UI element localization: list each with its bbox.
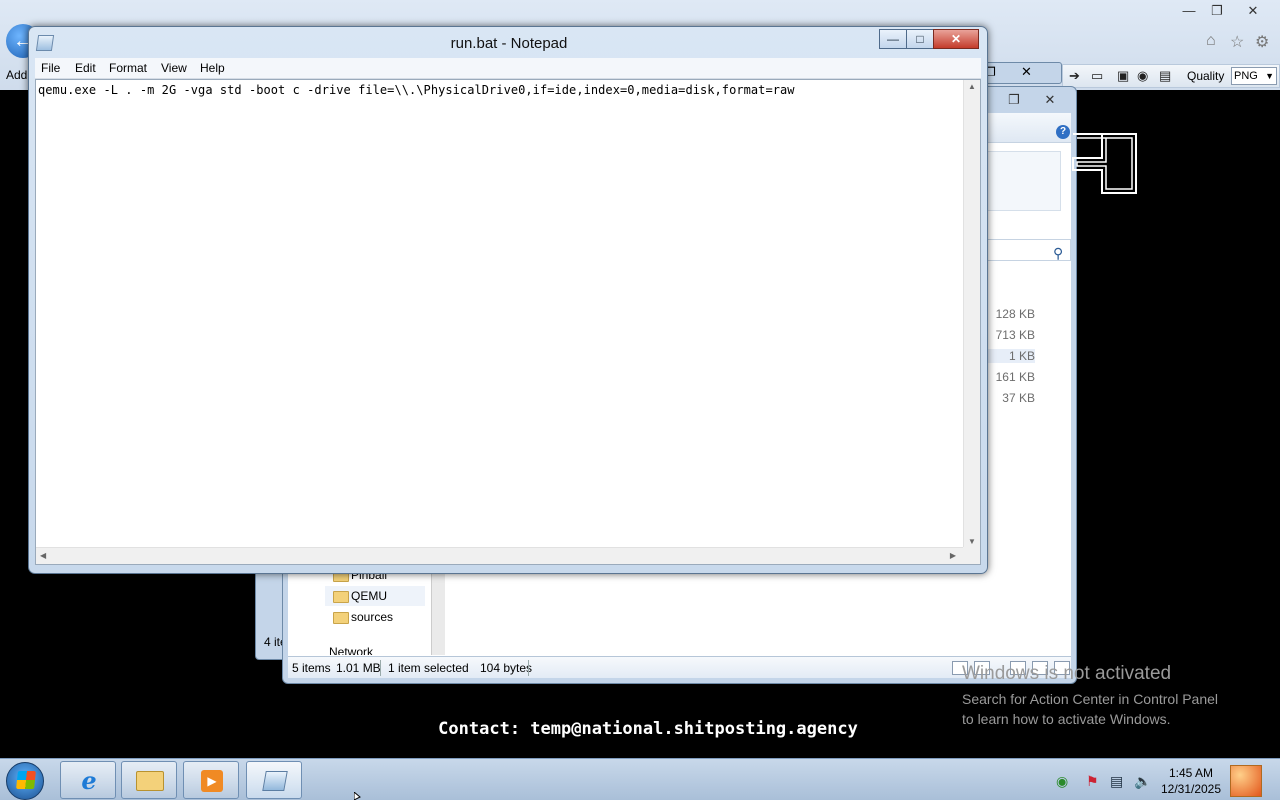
horizontal-scrollbar[interactable]: ◀ ▶ <box>36 547 964 564</box>
status-bytes: 104 bytes <box>480 661 533 675</box>
system-clock[interactable]: 1:45 AM 12/31/2025 <box>1158 765 1224 797</box>
clock-time: 1:45 AM <box>1168 766 1214 780</box>
text-editor[interactable]: qemu.exe -L . -m 2G -vga std -boot c -dr… <box>35 79 981 565</box>
taskbar: e ▶ ◉ ⚑ ▤ 🔈 1:45 AM 12/31/2025 <box>0 758 1280 800</box>
activation-watermark: Windows is not activated Search for Acti… <box>962 663 1218 729</box>
clipboard-icon[interactable]: ▤ <box>1159 68 1171 84</box>
folder-icon <box>136 771 164 791</box>
forward-icon[interactable]: ➔ <box>1069 68 1080 84</box>
settings-gear-icon[interactable]: ⚙ <box>1255 32 1269 52</box>
minimize-button[interactable]: — <box>879 29 907 49</box>
address-label: Add <box>6 68 28 82</box>
notepad-window: run.bat - Notepad — □ ✕ File Edit Format… <box>28 26 988 574</box>
chevron-down-icon: ▼ <box>1265 71 1274 81</box>
close-icon[interactable]: ✕ <box>1021 64 1032 80</box>
window-title: run.bat - Notepad <box>450 35 568 52</box>
nav-scrollbar[interactable] <box>431 565 445 655</box>
start-button[interactable] <box>6 762 44 800</box>
frame-outline-icon <box>1072 133 1137 194</box>
action-center-flag-icon[interactable]: ⚑ <box>1086 773 1099 790</box>
network-icon[interactable]: ◉ <box>1056 773 1068 790</box>
menu-format[interactable]: Format <box>109 61 147 75</box>
ie-icon: e <box>81 766 97 795</box>
menu-edit[interactable]: Edit <box>75 61 96 75</box>
menu-help[interactable]: Help <box>200 61 225 75</box>
save-icon[interactable]: ▣ <box>1117 68 1129 84</box>
menu-view[interactable]: View <box>161 61 187 75</box>
taskbar-internet-explorer[interactable]: e <box>60 761 116 799</box>
quality-value: PNG <box>1234 70 1258 82</box>
nav-item-qemu[interactable]: QEMU <box>351 589 387 603</box>
binoculars-icon[interactable]: ◉ <box>1137 68 1148 84</box>
scroll-down-icon[interactable]: ▼ <box>968 537 976 546</box>
status-separator <box>380 660 381 676</box>
nav-item-network[interactable]: Network <box>329 645 373 655</box>
nav-item-sources[interactable]: sources <box>351 610 393 624</box>
search-icon[interactable]: ⚲ <box>1053 245 1063 262</box>
status-items: 5 items <box>292 661 331 675</box>
monitor-icon[interactable]: ▤ <box>1110 773 1123 790</box>
notepad-icon <box>262 771 288 791</box>
browser-restore-button[interactable]: ❐ <box>1204 2 1230 20</box>
close-button[interactable]: ✕ <box>933 29 979 49</box>
menu-bar: File Edit Format View Help <box>35 58 981 79</box>
scroll-left-icon[interactable]: ◀ <box>40 551 46 560</box>
windows-logo-icon <box>16 771 36 789</box>
bookmark-icon[interactable]: ▭ <box>1091 68 1103 84</box>
scrollbar-corner <box>963 547 980 564</box>
home-icon[interactable]: ⌂ <box>1206 32 1216 50</box>
play-icon: ▶ <box>201 770 223 792</box>
activation-line-2: to learn how to activate Windows. <box>962 711 1171 727</box>
explorer-close-button[interactable]: ✕ <box>1037 91 1063 109</box>
favorites-star-icon[interactable]: ☆ <box>1230 32 1244 52</box>
taskbar-media-player[interactable]: ▶ <box>183 761 239 799</box>
quality-select[interactable]: PNG ▼ <box>1231 67 1277 85</box>
mouse-cursor-icon <box>354 792 361 800</box>
editor-content[interactable]: qemu.exe -L . -m 2G -vga std -boot c -dr… <box>38 83 795 97</box>
explorer-status-bar: 5 items 1.01 MB 1 item selected 104 byte… <box>288 656 1071 678</box>
image-toolbar: ➔ ▭ ▣ ◉ ▤ Quality PNG ▼ <box>1062 64 1280 88</box>
maximize-button[interactable]: □ <box>906 29 934 49</box>
volume-muted-icon[interactable]: 🔈 <box>1134 773 1151 790</box>
taskbar-windows-explorer[interactable] <box>121 761 177 799</box>
menu-file[interactable]: File <box>41 61 60 75</box>
browser-minimize-button[interactable]: — <box>1176 2 1202 20</box>
vertical-scrollbar[interactable]: ▲ ▼ <box>963 80 980 548</box>
folder-icon <box>333 612 349 624</box>
activation-title: Windows is not activated <box>962 663 1172 684</box>
help-icon[interactable]: ? <box>1056 125 1070 139</box>
quality-label: Quality <box>1187 69 1225 83</box>
folder-icon <box>333 591 349 603</box>
taskbar-notepad[interactable] <box>246 761 302 799</box>
show-desktop-button[interactable] <box>1230 765 1262 797</box>
scroll-right-icon[interactable]: ▶ <box>950 551 956 560</box>
scroll-up-icon[interactable]: ▲ <box>968 82 976 91</box>
status-selected: 1 item selected <box>388 661 469 675</box>
status-separator <box>528 660 529 676</box>
clock-date: 12/31/2025 <box>1160 782 1222 796</box>
background-window-controls: ❐ ✕ <box>980 62 1062 84</box>
navigation-pane: Pinball QEMU sources Network <box>289 565 429 655</box>
activation-line-1: Search for Action Center in Control Pane… <box>962 691 1219 707</box>
browser-close-button[interactable]: ✕ <box>1240 2 1266 20</box>
explorer-restore-button[interactable]: ❐ <box>1001 91 1027 109</box>
status-size: 1.01 MB <box>336 661 381 675</box>
